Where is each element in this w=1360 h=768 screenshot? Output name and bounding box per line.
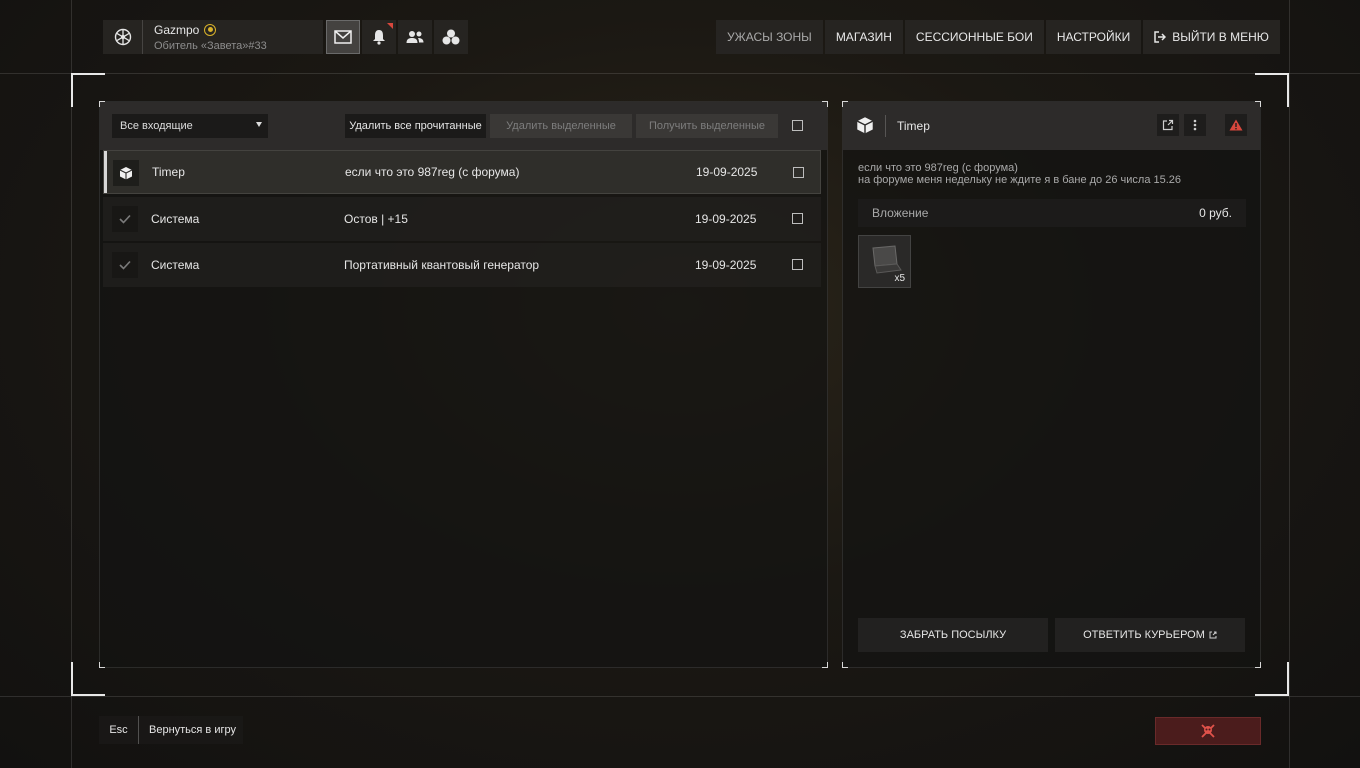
frame-line [0, 73, 1360, 74]
nav-shop[interactable]: МАГАЗИН [824, 20, 903, 54]
reply-courier-label: ОТВЕТИТЬ КУРЬЕРОМ [1083, 629, 1205, 641]
message-subject: Портативный квантовый генератор [344, 258, 540, 272]
message-date: 19-09-2025 [695, 258, 757, 272]
inbox-filter-value: Все входящие [120, 120, 193, 132]
group-button[interactable] [434, 20, 468, 54]
back-to-game-button[interactable]: Esc Вернуться в игру [99, 716, 243, 744]
message-body-line: на форуме меня недельку не ждите я в бан… [858, 174, 1182, 186]
message-detail-header: Timep [843, 102, 1260, 150]
nav-settings[interactable]: НАСТРОЙКИ [1045, 20, 1142, 54]
nav-horrors[interactable]: УЖАСЫ ЗОНЫ [716, 20, 823, 54]
esc-key: Esc [99, 716, 139, 744]
inbox-filter-select[interactable]: Все входящие [112, 114, 268, 138]
group-icon [442, 29, 460, 45]
check-icon [112, 206, 138, 232]
bell-icon [373, 30, 385, 45]
message-subject: если что это 987reg (с форума) [345, 165, 520, 179]
clan-logo-icon [103, 20, 143, 54]
check-icon [112, 252, 138, 278]
message-detail-panel: Timep если что это 987reg (с форума) на … [842, 101, 1261, 668]
skull-crossbones-icon [1201, 724, 1215, 738]
frame-line [0, 696, 1360, 697]
message-sender: Система [151, 258, 200, 272]
message-row[interactable]: Система Остов | +15 19-09-2025 [103, 197, 821, 241]
external-link-icon [1209, 631, 1217, 639]
selection-accent [104, 151, 107, 193]
detail-sender: Timep [897, 119, 930, 133]
premium-badge-icon [204, 23, 217, 36]
profile-subtitle: Обитель «Завета»#33 [154, 39, 267, 52]
inbox-panel: Все входящие Удалить все прочитанные Уда… [99, 101, 828, 668]
friends-button[interactable] [398, 20, 432, 54]
attachment-item[interactable]: x5 [858, 235, 911, 288]
mail-button[interactable] [326, 20, 360, 54]
back-to-game-label: Вернуться в игру [149, 724, 236, 736]
friends-icon [406, 31, 424, 43]
message-body: если что это 987reg (с форума) на форуме… [858, 162, 1181, 186]
external-link-icon [1162, 119, 1174, 131]
item-quantity: x5 [894, 273, 905, 284]
message-checkbox[interactable] [793, 167, 804, 178]
inbox-toolbar: Все входящие Удалить все прочитанные Уда… [100, 102, 827, 150]
nav-exit-label: ВЫЙТИ В МЕНЮ [1172, 30, 1269, 44]
message-sender: Timep [152, 165, 185, 179]
notification-alert-icon [387, 23, 393, 29]
delete-selected-button[interactable]: Удалить выделенные [490, 114, 632, 138]
select-all-checkbox[interactable] [792, 120, 803, 131]
exit-icon [1154, 31, 1167, 43]
report-button[interactable] [1225, 114, 1247, 136]
more-options-button[interactable] [1184, 114, 1206, 136]
message-checkbox[interactable] [792, 213, 803, 224]
profile-name: Gazmpo [154, 22, 200, 37]
open-external-button[interactable] [1157, 114, 1179, 136]
panel-corner [99, 662, 105, 668]
attachment-row: Вложение 0 руб. [858, 199, 1246, 227]
panel-corner [1255, 662, 1261, 668]
top-navigation: УЖАСЫ ЗОНЫ МАГАЗИН СЕССИОННЫЕ БОИ НАСТРО… [716, 20, 1280, 54]
message-sender: Система [151, 212, 200, 226]
message-row[interactable]: Система Портативный квантовый генератор … [103, 243, 821, 287]
package-icon [113, 160, 139, 186]
attachment-value: 0 руб. [1199, 206, 1232, 220]
frame-line [1289, 0, 1290, 768]
delete-read-button[interactable]: Удалить все прочитанные [345, 114, 486, 138]
message-body-line: если что это 987reg (с форума) [858, 162, 1018, 174]
mail-icon [334, 30, 352, 44]
kebab-menu-icon [1193, 119, 1197, 131]
frame-line [71, 0, 72, 768]
profile-card[interactable]: Gazmpo Обитель «Завета»#33 [103, 20, 323, 54]
message-date: 19-09-2025 [695, 212, 757, 226]
attachment-label: Вложение [872, 206, 929, 220]
take-parcel-button[interactable]: ЗАБРАТЬ ПОСЫЛКУ [858, 618, 1048, 652]
panel-corner [822, 662, 828, 668]
nav-session-battles[interactable]: СЕССИОННЫЕ БОИ [904, 20, 1044, 54]
nav-exit-to-menu[interactable]: ВЫЙТИ В МЕНЮ [1143, 20, 1280, 54]
package-icon [856, 116, 874, 137]
receive-selected-button[interactable]: Получить выделенные [636, 114, 778, 138]
header-divider [885, 115, 886, 137]
notifications-button[interactable] [362, 20, 396, 54]
message-checkbox[interactable] [792, 259, 803, 270]
panel-corner [842, 662, 848, 668]
message-date: 19-09-2025 [696, 165, 758, 179]
message-subject: Остов | +15 [344, 212, 408, 226]
warning-icon [1229, 119, 1243, 131]
message-row[interactable]: Timep если что это 987reg (с форума) 19-… [103, 150, 821, 194]
reply-courier-button[interactable]: ОТВЕТИТЬ КУРЬЕРОМ [1055, 618, 1245, 652]
dropdown-caret-icon [256, 122, 262, 127]
danger-button[interactable] [1155, 717, 1261, 745]
